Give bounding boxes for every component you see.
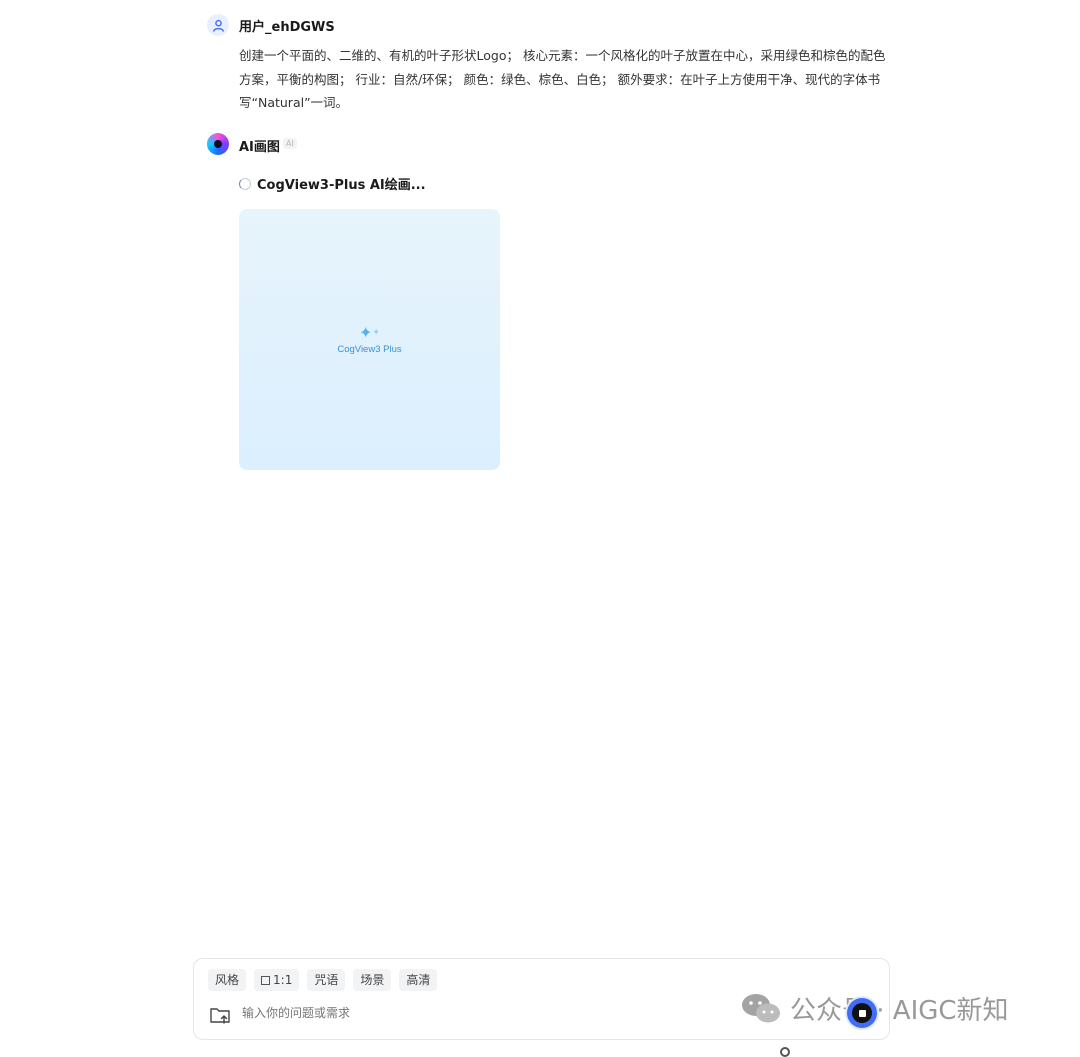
status-text: CogView3-Plus AI绘画... (257, 178, 426, 193)
user-name: 用户_ehDGWS (239, 20, 335, 35)
ai-avatar (207, 133, 229, 155)
ai-orb-icon (214, 140, 222, 148)
generation-status: CogView3-Plus AI绘画... (239, 174, 426, 193)
sparkle-icon: ✦✦ (359, 322, 380, 342)
folder-upload-icon[interactable] (209, 1005, 231, 1025)
chip-aspect-ratio-label: 1:1 (273, 973, 293, 987)
chip-spell-label: 咒语 (314, 973, 339, 987)
chip-hd-label: 高清 (406, 973, 431, 987)
loading-spinner-icon (239, 177, 251, 190)
chip-style-label: 风格 (215, 973, 240, 987)
chip-hd[interactable]: 高清 (399, 969, 438, 991)
chip-spell[interactable]: 咒语 (307, 969, 346, 991)
stop-icon (852, 1003, 872, 1023)
image-placeholder: ✦✦ CogView3 Plus (239, 209, 500, 470)
option-chips: 风格 1:1 咒语 场景 高清 (208, 969, 438, 991)
user-avatar (207, 14, 229, 36)
image-brand-text: CogView3 Plus (337, 343, 402, 355)
ai-badge: AI (283, 138, 297, 149)
user-icon (212, 19, 224, 32)
stop-button[interactable] (847, 998, 877, 1028)
chip-scene[interactable]: 场景 (353, 969, 392, 991)
prompt-input[interactable] (242, 1006, 642, 1020)
ai-name: AI画图 (239, 140, 280, 155)
cursor-indicator (780, 1047, 790, 1057)
chip-scene-label: 场景 (360, 973, 385, 987)
watermark-text: 公众号 · AIGC新知 (790, 996, 1009, 1026)
aspect-ratio-icon (261, 975, 271, 985)
chip-aspect-ratio[interactable]: 1:1 (254, 969, 300, 991)
user-prompt-text: 创建一个平面的、二维的、有机的叶子形状Logo； 核心元素：一个风格化的叶子放置… (239, 48, 886, 110)
chip-style[interactable]: 风格 (208, 969, 247, 991)
wechat-icon (742, 993, 780, 1022)
